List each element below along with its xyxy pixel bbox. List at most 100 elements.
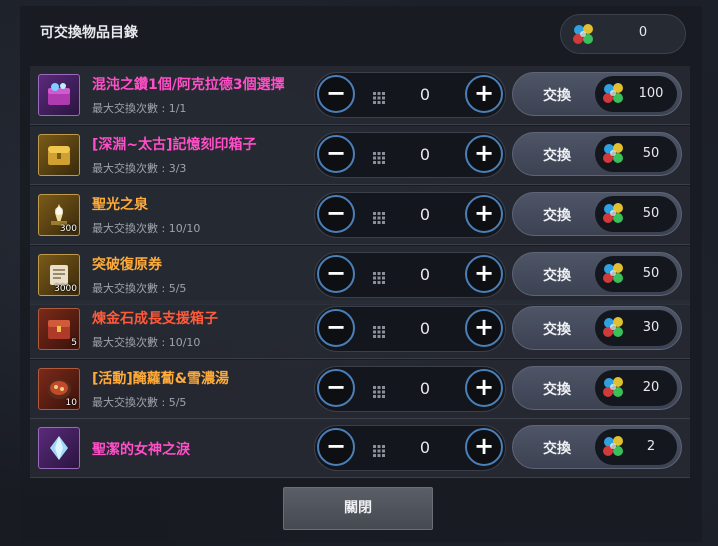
list-item: 混沌之鑽1個/阿克拉德3個選擇 最大交換次數 : 1/1 − 0 + 交換 10… bbox=[30, 66, 690, 125]
quantity-stepper: − 0 + bbox=[314, 366, 506, 412]
list-item: 10 [活動]醃蘿蔔&雪濃湯 最大交換次數 : 5/5 − 0 + 交換 20 bbox=[30, 360, 690, 419]
item-limit: 最大交換次數 : 5/5 bbox=[92, 282, 187, 295]
decrease-button[interactable]: − bbox=[317, 309, 355, 347]
item-count: 10 bbox=[65, 398, 77, 408]
item-thumbnail[interactable]: 300 bbox=[38, 194, 80, 236]
list-item: 聖潔的女神之淚 − 0 + 交換 2 bbox=[30, 419, 690, 478]
quantity-stepper: − 0 + bbox=[314, 132, 506, 178]
increase-button[interactable]: + bbox=[465, 428, 503, 466]
item-limit: 最大交換次數 : 3/3 bbox=[92, 162, 187, 175]
increase-button[interactable]: + bbox=[465, 369, 503, 407]
quantity-value[interactable]: 0 bbox=[405, 265, 445, 284]
exchange-button[interactable]: 交換 50 bbox=[512, 192, 682, 236]
gem-cluster-icon bbox=[601, 141, 627, 169]
decrease-button[interactable]: − bbox=[317, 428, 355, 466]
quantity-stepper: − 0 + bbox=[314, 306, 506, 352]
exchange-label: 交換 bbox=[543, 148, 571, 164]
price-value: 20 bbox=[642, 380, 660, 395]
close-button[interactable]: 關閉 bbox=[283, 487, 433, 530]
exchange-button[interactable]: 交換 2 bbox=[512, 425, 682, 469]
currency-display: 0 bbox=[560, 14, 686, 54]
exchange-button[interactable]: 交換 50 bbox=[512, 132, 682, 176]
exchange-button[interactable]: 交換 20 bbox=[512, 366, 682, 410]
exchange-label: 交換 bbox=[543, 88, 571, 104]
quantity-stepper: − 0 + bbox=[314, 72, 506, 118]
page-title: 可交換物品目錄 bbox=[40, 25, 138, 41]
item-limit: 最大交換次數 : 5/5 bbox=[92, 396, 187, 409]
quantity-value[interactable]: 0 bbox=[405, 205, 445, 224]
item-limit: 最大交換次數 : 1/1 bbox=[92, 102, 187, 115]
quantity-stepper: − 0 + bbox=[314, 192, 506, 238]
item-name: [深淵~太古]記憶刻印箱子 bbox=[92, 137, 257, 153]
exchange-button[interactable]: 交換 50 bbox=[512, 252, 682, 296]
increase-button[interactable]: + bbox=[465, 75, 503, 113]
gem-cluster-icon bbox=[601, 434, 627, 462]
item-count: 300 bbox=[59, 224, 77, 234]
quantity-value[interactable]: 0 bbox=[405, 145, 445, 164]
quantity-value[interactable]: 0 bbox=[405, 438, 445, 457]
price-tag: 50 bbox=[595, 196, 677, 232]
exchange-button[interactable]: 交換 30 bbox=[512, 306, 682, 350]
price-tag: 50 bbox=[595, 136, 677, 172]
item-thumbnail[interactable]: 3000 bbox=[38, 254, 80, 296]
gem-cluster-icon bbox=[601, 81, 627, 109]
item-name: 聖光之泉 bbox=[92, 197, 148, 213]
quantity-value[interactable]: 0 bbox=[405, 379, 445, 398]
decrease-button[interactable]: − bbox=[317, 369, 355, 407]
increase-button[interactable]: + bbox=[465, 309, 503, 347]
keypad-icon[interactable] bbox=[373, 149, 385, 168]
item-count: 3000 bbox=[54, 284, 77, 294]
decrease-button[interactable]: − bbox=[317, 75, 355, 113]
item-name: 突破復原券 bbox=[92, 257, 162, 273]
decrease-button[interactable]: − bbox=[317, 255, 355, 293]
price-tag: 20 bbox=[595, 370, 677, 406]
keypad-icon[interactable] bbox=[373, 209, 385, 228]
item-thumbnail[interactable] bbox=[38, 427, 80, 469]
price-tag: 2 bbox=[595, 429, 677, 465]
price-value: 50 bbox=[642, 206, 660, 221]
price-value: 50 bbox=[642, 146, 660, 161]
exchange-label: 交換 bbox=[543, 382, 571, 398]
price-value: 2 bbox=[646, 439, 656, 454]
increase-button[interactable]: + bbox=[465, 255, 503, 293]
item-thumbnail[interactable] bbox=[38, 134, 80, 176]
keypad-icon[interactable] bbox=[373, 442, 385, 461]
exchange-label: 交換 bbox=[543, 322, 571, 338]
quantity-value[interactable]: 0 bbox=[405, 85, 445, 104]
keypad-icon[interactable] bbox=[373, 269, 385, 288]
gem-cluster-icon bbox=[601, 375, 627, 403]
item-thumbnail[interactable]: 5 bbox=[38, 308, 80, 350]
price-tag: 50 bbox=[595, 256, 677, 292]
keypad-icon[interactable] bbox=[373, 89, 385, 108]
list-item: 300 聖光之泉 最大交換次數 : 10/10 − 0 + 交換 50 bbox=[30, 186, 690, 245]
price-value: 50 bbox=[642, 266, 660, 281]
item-thumbnail[interactable] bbox=[38, 74, 80, 116]
keypad-icon[interactable] bbox=[373, 383, 385, 402]
item-limit: 最大交換次數 : 10/10 bbox=[92, 336, 201, 349]
quantity-stepper: − 0 + bbox=[314, 425, 506, 471]
gem-cluster-icon bbox=[571, 22, 597, 50]
decrease-button[interactable]: − bbox=[317, 195, 355, 233]
item-name: [活動]醃蘿蔔&雪濃湯 bbox=[92, 371, 230, 387]
exchange-button[interactable]: 交換 100 bbox=[512, 72, 682, 116]
exchange-label: 交換 bbox=[543, 208, 571, 224]
increase-button[interactable]: + bbox=[465, 195, 503, 233]
item-name: 混沌之鑽1個/阿克拉德3個選擇 bbox=[92, 77, 285, 93]
gem-cluster-icon bbox=[601, 261, 627, 289]
gem-cluster-icon bbox=[601, 315, 627, 343]
gem-cluster-icon bbox=[601, 201, 627, 229]
price-tag: 30 bbox=[595, 310, 677, 346]
item-name: 聖潔的女神之淚 bbox=[92, 442, 190, 458]
currency-amount: 0 bbox=[638, 25, 648, 40]
item-name: 煉金石成長支援箱子 bbox=[92, 311, 218, 327]
list-item: [深淵~太古]記憶刻印箱子 最大交換次數 : 3/3 − 0 + 交換 50 bbox=[30, 126, 690, 185]
decrease-button[interactable]: − bbox=[317, 135, 355, 173]
price-value: 30 bbox=[642, 320, 660, 335]
exchange-label: 交換 bbox=[543, 268, 571, 284]
item-thumbnail[interactable]: 10 bbox=[38, 368, 80, 410]
quantity-value[interactable]: 0 bbox=[405, 319, 445, 338]
exchange-label: 交換 bbox=[543, 441, 571, 457]
list-item: 5 煉金石成長支援箱子 最大交換次數 : 10/10 − 0 + 交換 30 bbox=[30, 300, 690, 359]
keypad-icon[interactable] bbox=[373, 323, 385, 342]
increase-button[interactable]: + bbox=[465, 135, 503, 173]
